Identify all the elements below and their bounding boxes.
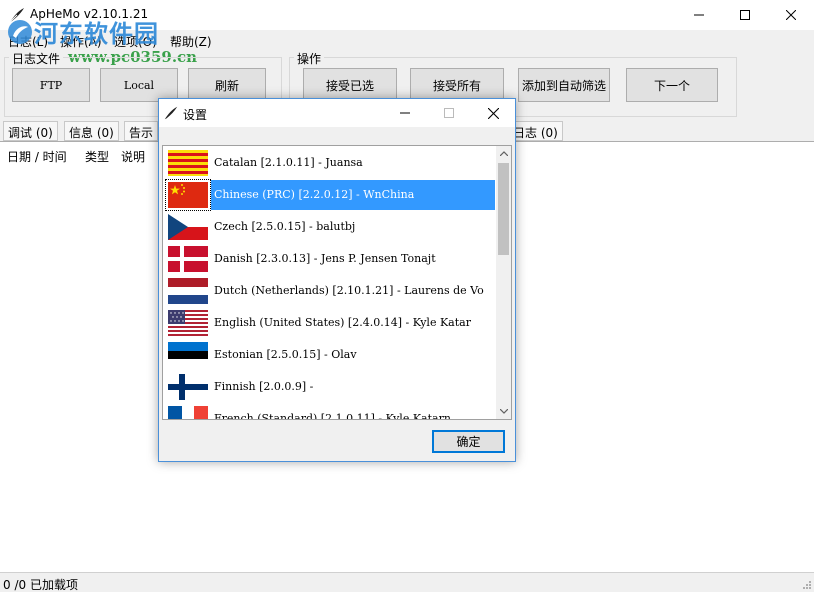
flag-frame <box>166 212 210 242</box>
language-label: Danish [2.3.0.13] - Jens P. Jensen Tonaj… <box>214 252 436 265</box>
flag-frame <box>166 308 210 338</box>
tab-log[interactable]: 日志 (0) <box>508 121 563 141</box>
action-group-label: 操作 <box>294 50 325 67</box>
dialog-close-button[interactable] <box>471 99 515 127</box>
main-titlebar[interactable]: ApHeMo v2.10.1.21 <box>0 0 814 30</box>
feather-dialog-icon <box>164 106 178 120</box>
next-button[interactable]: 下一个 <box>626 68 718 102</box>
language-list-scrollbar[interactable] <box>496 146 511 419</box>
language-label: Catalan [2.1.0.11] - Juansa <box>214 156 363 169</box>
tab-info[interactable]: 信息 (0) <box>64 121 119 141</box>
dialog-minimize-button[interactable] <box>383 99 427 127</box>
language-label: Chinese (PRC) [2.2.0.12] - WnChina <box>211 180 495 210</box>
finland-flag-icon <box>168 374 208 400</box>
column-description[interactable]: 说明 <box>121 148 145 165</box>
language-label: English (United States) [2.4.0.14] - Kyl… <box>214 316 471 329</box>
france-flag-icon <box>168 406 208 419</box>
ftp-button[interactable]: FTP <box>12 68 90 102</box>
resize-grip-icon[interactable] <box>802 580 812 590</box>
language-list[interactable]: Catalan [2.1.0.11] - Juansa Chinese (PRC… <box>162 145 512 420</box>
china-flag-icon <box>168 182 208 208</box>
menu-log[interactable]: 日志(L) <box>8 33 48 50</box>
maximize-icon <box>444 108 454 118</box>
language-label: Finnish [2.0.0.9] - <box>214 380 314 393</box>
language-item[interactable]: Danish [2.3.0.13] - Jens P. Jensen Tonaj… <box>163 243 495 275</box>
flag-frame <box>166 148 210 178</box>
language-item-selected[interactable]: Chinese (PRC) [2.2.0.12] - WnChina <box>163 179 495 211</box>
flag-frame <box>166 404 210 419</box>
language-label: Czech [2.5.0.15] - balutbj <box>214 220 356 233</box>
scroll-down-button[interactable] <box>496 404 511 419</box>
menu-action[interactable]: 操作(A) <box>60 33 102 50</box>
language-label: French (Standard) [2.1.0.11] - Kyle Kata… <box>214 412 451 420</box>
status-bar: 0 /0 已加载项 <box>0 572 814 592</box>
column-datetime[interactable]: 日期 / 时间 <box>7 148 67 165</box>
dialog-title: 设置 <box>183 108 208 122</box>
usa-flag-icon <box>168 310 208 336</box>
maximize-button[interactable] <box>722 0 768 30</box>
menu-options[interactable]: 选项(O) <box>114 33 157 50</box>
minimize-button[interactable] <box>676 0 722 30</box>
netherlands-flag-icon <box>168 278 208 304</box>
feather-app-icon <box>9 8 24 23</box>
flag-frame <box>166 340 210 370</box>
accept-all-button[interactable]: 接受所有 <box>410 68 504 102</box>
log-file-group-label: 日志文件 <box>9 50 64 67</box>
language-item[interactable]: Estonian [2.5.0.15] - Olav <box>163 339 495 371</box>
czech-flag-icon <box>168 214 208 240</box>
estonia-flag-icon <box>168 342 208 368</box>
flag-frame <box>165 179 211 211</box>
ok-button[interactable]: 确定 <box>432 430 505 453</box>
add-to-autofilter-button[interactable]: 添加到自动筛选 <box>518 68 610 102</box>
settings-dialog: 设置 Catalan [2.1.0.11] - Juansa Chinese (… <box>158 98 516 462</box>
scroll-up-button[interactable] <box>496 146 511 161</box>
language-item[interactable]: English (United States) [2.4.0.14] - Kyl… <box>163 307 495 339</box>
local-button[interactable]: Local <box>100 68 178 102</box>
catalan-flag-icon <box>168 150 208 176</box>
language-item[interactable]: Dutch (Netherlands) [2.10.1.21] - Lauren… <box>163 275 495 307</box>
column-type[interactable]: 类型 <box>85 148 109 165</box>
flag-frame <box>166 372 210 402</box>
window-title: ApHeMo v2.10.1.21 <box>30 7 149 21</box>
status-text: 0 /0 已加载项 <box>3 578 78 592</box>
maximize-icon <box>740 10 750 20</box>
refresh-button[interactable]: 刷新 <box>188 68 266 102</box>
dialog-titlebar[interactable]: 设置 <box>159 99 515 127</box>
flag-frame <box>166 244 210 274</box>
menu-bar: 日志(L) 操作(A) 选项(O) 帮助(Z) <box>0 30 814 50</box>
close-icon <box>786 10 796 20</box>
accept-selected-button[interactable]: 接受已选 <box>303 68 397 102</box>
menu-help[interactable]: 帮助(Z) <box>170 33 212 50</box>
chevron-down-icon <box>499 409 508 414</box>
minimize-icon <box>400 112 410 114</box>
dialog-maximize-button <box>427 99 471 127</box>
denmark-flag-icon <box>168 246 208 272</box>
chevron-up-icon <box>499 151 508 156</box>
language-item[interactable]: Czech [2.5.0.15] - balutbj <box>163 211 495 243</box>
close-button[interactable] <box>768 0 814 30</box>
tab-notice[interactable]: 告示 <box>124 121 159 141</box>
flag-frame <box>166 276 210 306</box>
language-label: Estonian [2.5.0.15] - Olav <box>214 348 357 361</box>
tab-debug[interactable]: 调试 (0) <box>3 121 58 141</box>
language-item[interactable]: French (Standard) [2.1.0.11] - Kyle Kata… <box>163 403 495 420</box>
language-item[interactable]: Catalan [2.1.0.11] - Juansa <box>163 147 495 179</box>
close-icon <box>487 107 499 119</box>
minimize-icon <box>694 14 704 16</box>
language-label: Dutch (Netherlands) [2.10.1.21] - Lauren… <box>214 284 484 297</box>
scroll-thumb[interactable] <box>498 163 509 255</box>
language-item[interactable]: Finnish [2.0.0.9] - <box>163 371 495 403</box>
